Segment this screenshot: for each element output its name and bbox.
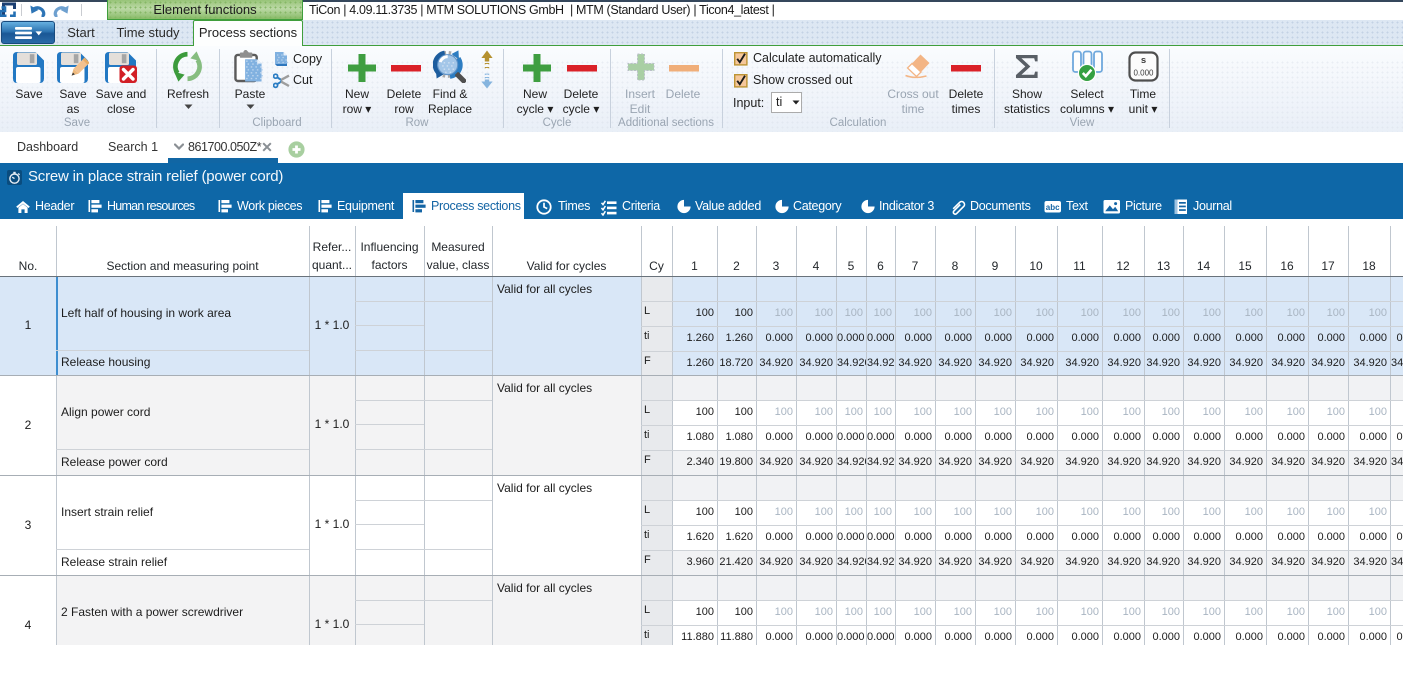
svg-text:abc: abc [1046, 203, 1060, 212]
svg-text:0.000: 0.000 [1133, 69, 1154, 78]
svg-text:s: s [1141, 55, 1146, 66]
